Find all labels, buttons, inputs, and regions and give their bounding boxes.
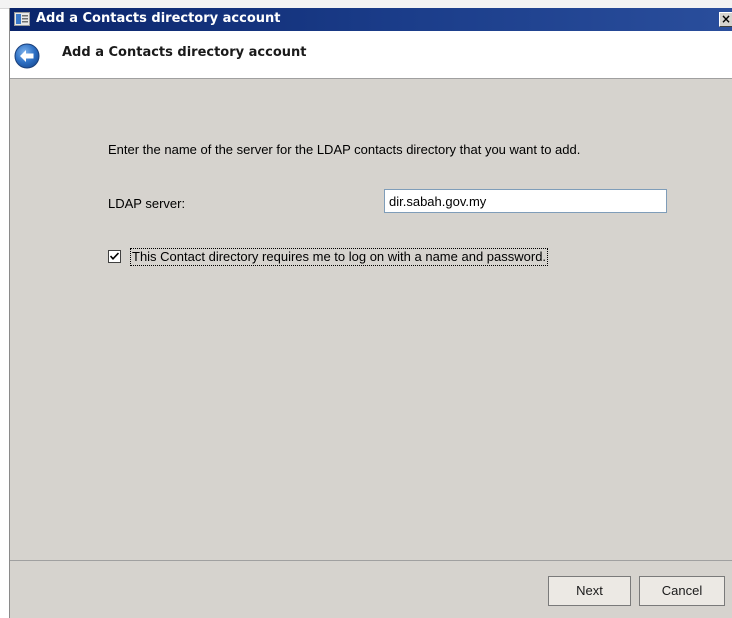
wizard-content: Enter the name of the server for the LDA… bbox=[10, 79, 732, 561]
page-title: Add a Contacts directory account bbox=[62, 45, 307, 60]
window-title: Add a Contacts directory account bbox=[36, 11, 281, 26]
contacts-app-icon bbox=[14, 12, 30, 26]
close-button[interactable]: × bbox=[719, 12, 732, 27]
login-required-checkbox[interactable] bbox=[108, 250, 121, 263]
wizard-footer: Next Cancel bbox=[10, 561, 732, 618]
checkmark-icon bbox=[110, 252, 119, 260]
instruction-text: Enter the name of the server for the LDA… bbox=[108, 142, 581, 157]
wizard-header: Add a Contacts directory account bbox=[10, 31, 732, 79]
title-bar[interactable]: Add a Contacts directory account × bbox=[10, 8, 732, 31]
dialog-window: Add a Contacts directory account × Add a… bbox=[9, 8, 732, 618]
ldap-server-label: LDAP server: bbox=[108, 196, 186, 211]
back-button[interactable] bbox=[14, 43, 40, 69]
cancel-button[interactable]: Cancel bbox=[639, 576, 725, 606]
ldap-server-input[interactable] bbox=[384, 189, 667, 213]
next-button[interactable]: Next bbox=[548, 576, 631, 606]
screen: Add a Contacts directory account × Add a… bbox=[0, 0, 732, 618]
close-icon: × bbox=[720, 12, 732, 26]
login-required-label[interactable]: This Contact directory requires me to lo… bbox=[130, 248, 549, 266]
